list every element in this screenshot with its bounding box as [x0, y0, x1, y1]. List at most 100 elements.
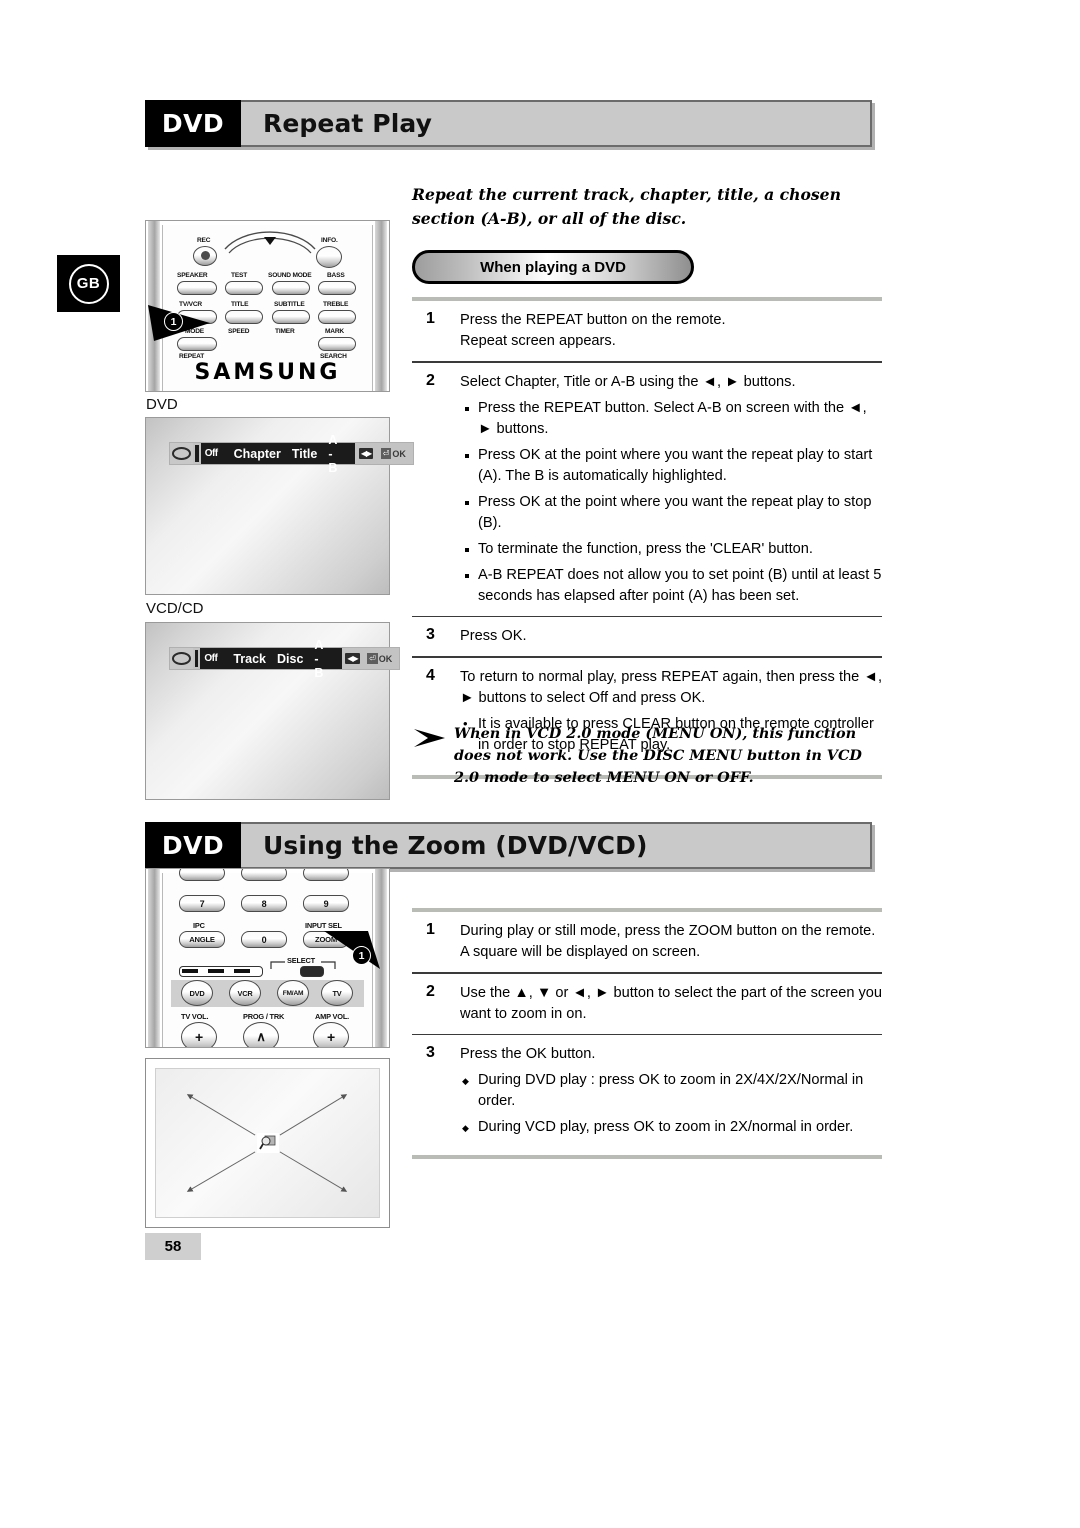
step-number: 1 [426, 921, 435, 938]
label-timer: TIMER [275, 328, 295, 335]
divider-bottom [412, 1155, 882, 1160]
step-number: 2 [426, 982, 435, 1000]
osd-option-ab[interactable]: A - B [314, 638, 330, 680]
label-prog-trk-up: ∧ [256, 1029, 266, 1044]
label-9: 9 [323, 898, 329, 909]
step-text-line: Repeat screen appears. [460, 333, 616, 349]
step-item-3: 3 Press the OK button. During DVD play :… [412, 1035, 882, 1147]
label-dvd: DVD [189, 988, 205, 998]
step-text-line: Press the OK button. [460, 1046, 596, 1063]
osd-divider [194, 650, 199, 667]
select-indicator [300, 966, 324, 977]
label-search: SEARCH [320, 353, 347, 360]
osd-option-track[interactable]: Track [233, 652, 266, 666]
label-title: TITLE [231, 301, 249, 308]
label-rec: REC [197, 237, 211, 244]
step-sub-list: During DVD play : press OK to zoom in 2X… [460, 1070, 882, 1139]
osd-ok-label: OK [378, 653, 393, 664]
label-8: 8 [261, 898, 267, 909]
label-speed: SPEED [228, 328, 250, 335]
callout-number: 1 [164, 312, 183, 331]
magnifier-icon [256, 1133, 279, 1153]
remote-illustration-repeat: REC INFO. SPEAKER TEST SOUND MODE BASS T… [145, 220, 390, 392]
label-bass: BASS [327, 272, 345, 279]
osd-option-chapter[interactable]: Chapter [234, 447, 281, 461]
button-sound-mode[interactable] [272, 281, 310, 295]
step-item-2: 2 Use the ▲, ▼ or ◄, ► button to select … [412, 974, 882, 1034]
intro-text-repeat-play: Repeat the current track, chapter, title… [412, 185, 841, 228]
button-test[interactable] [225, 281, 263, 295]
sub-item: To terminate the function, press the 'CL… [460, 539, 882, 560]
button-info[interactable] [316, 246, 342, 268]
label-info: INFO. [321, 237, 338, 244]
label-mark: MARK [325, 328, 344, 335]
step-text-line: Select Chapter, Title or A-B using the ◄… [460, 373, 796, 390]
button-mark-search[interactable] [318, 337, 356, 351]
step-text-line: To return to normal play, press REPEAT a… [460, 668, 882, 706]
button-title[interactable] [225, 310, 263, 324]
step-item-3: 3 Press OK. [412, 617, 882, 656]
label-speaker: SPEAKER [177, 272, 208, 279]
section-title-repeat-play: Repeat Play [263, 109, 432, 138]
step-text-line: Press the REPEAT button on the remote. [460, 312, 726, 328]
slider-seg [234, 969, 250, 973]
label-prog-trk: PROG / TRK [243, 1012, 285, 1021]
step-number: 2 [426, 371, 435, 389]
step-number: 3 [426, 1044, 435, 1062]
subsection-pill-when-playing-dvd: When playing a DVD [412, 250, 694, 284]
label-sound-mode: SOUND MODE [268, 272, 312, 279]
page-number: 58 [145, 1233, 201, 1260]
note-vcd-mode: When in VCD 2.0 mode (MENU ON), this fun… [412, 723, 882, 789]
section-tag-dvd: DVD [145, 822, 241, 869]
label-subtitle: SUBTITLE [274, 301, 305, 308]
label-angle: ANGLE [189, 935, 215, 944]
sub-item: Press the REPEAT button. Select A-B on s… [460, 398, 882, 440]
remote-rail-left [148, 869, 160, 1047]
step-item-1: 1 Press the REPEAT button on the remote.… [412, 301, 882, 361]
label-treble: TREBLE [323, 301, 349, 308]
button-subtitle[interactable] [272, 310, 310, 324]
button-4-partial[interactable] [179, 869, 225, 881]
osd-bar-vcd: Off Track Disc A - B ◀▶ ⏎ OK [169, 638, 401, 680]
step-number: 1 [426, 310, 435, 327]
button-speaker[interactable] [177, 281, 217, 295]
button-bass[interactable] [318, 281, 356, 295]
label-repeat: REPEAT [179, 353, 205, 360]
brand-logo-samsung: SAMSUNG [194, 360, 341, 385]
label-amp-vol-plus: + [327, 1029, 335, 1045]
steps-list-repeat-play: 1 Press the REPEAT button on the remote.… [412, 297, 882, 779]
button-treble[interactable] [318, 310, 356, 324]
label-7: 7 [199, 898, 205, 909]
label-ipc: IPC [193, 921, 205, 930]
sub-item: Press OK at the point where you want the… [460, 492, 882, 534]
label-tv: TV [332, 988, 342, 998]
callout-number: 1 [352, 946, 371, 965]
sub-item: A-B REPEAT does not allow you to set poi… [460, 565, 882, 607]
zoom-illustration [145, 1058, 390, 1228]
button-5-partial[interactable] [241, 869, 287, 881]
osd-option-disc[interactable]: Disc [277, 652, 303, 666]
osd-options-dvd: Chapter Title A - B [221, 433, 356, 475]
section-header-repeat-play: DVD Repeat Play [145, 100, 872, 147]
section-title-using-zoom: Using the Zoom (DVD/VCD) [263, 831, 648, 860]
remote-illustration-zoom: 7 8 9 IPC INPUT SEL ANGLE 0 ZOOM SELECT … [145, 868, 390, 1048]
step-sub-list: Press the REPEAT button. Select A-B on s… [460, 398, 882, 607]
slider-seg [182, 969, 198, 973]
osd-off-option[interactable]: Off [200, 443, 222, 464]
label-0: 0 [261, 934, 267, 945]
page-number-label: 58 [164, 1238, 182, 1255]
section-tag-dvd: DVD [145, 100, 241, 147]
callout-1-zoom: 1 [324, 929, 386, 973]
label-test: TEST [231, 272, 248, 279]
locale-badge: GB [57, 255, 120, 312]
osd-ok-keycap-icon: ⏎ [380, 448, 392, 459]
osd-leftright-hint-icon: ◀▶ [345, 653, 360, 664]
osd-option-ab[interactable]: A - B [328, 433, 343, 475]
label-vcr: VCR [237, 988, 253, 998]
osd-off-option[interactable]: Off [200, 648, 222, 669]
osd-option-title[interactable]: Title [292, 447, 317, 461]
osd-divider [195, 445, 199, 462]
rec-dot-icon [201, 251, 210, 260]
osd-ok-label: OK [392, 448, 406, 459]
button-6-partial[interactable] [303, 869, 349, 881]
